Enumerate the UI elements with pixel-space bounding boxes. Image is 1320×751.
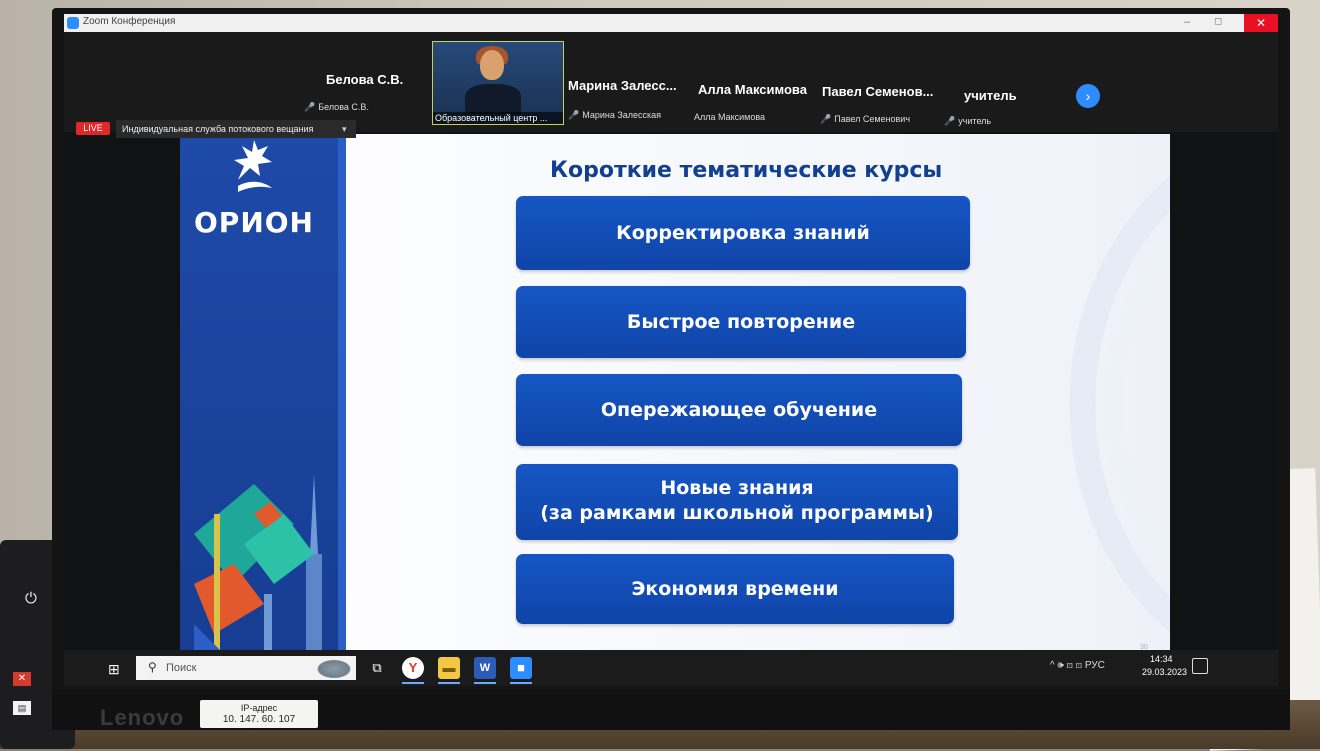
participant-name[interactable]: Павел Семенов... <box>822 84 933 99</box>
windows-taskbar: ⊞ ⚲ Поиск ⧉ Y ▬ W ■ ^ 🕪 ⊡ ⊡ РУС 14:34 29… <box>64 650 1278 686</box>
live-badge[interactable]: LIVE <box>76 122 110 135</box>
mic-muted-icon: 🎤 <box>304 102 316 112</box>
taskbar-search-box[interactable]: ⚲ Поиск <box>136 656 356 680</box>
manatee-search-highlight-icon <box>314 658 354 678</box>
course-sublabel: (за рамками школьной программы) <box>540 502 934 524</box>
active-underline <box>510 682 532 684</box>
participant-name[interactable]: Марина Залесс... <box>568 78 677 93</box>
power-icon: ⏻ <box>25 590 37 607</box>
ip-label: IP-адрес <box>240 703 278 713</box>
clock-time[interactable]: 14:34 <box>1150 654 1173 664</box>
zoom-taskbar-icon[interactable]: ■ <box>510 657 532 679</box>
slide-title: Короткие тематические курсы <box>550 158 943 183</box>
word-icon[interactable]: W <box>474 657 496 679</box>
brand-logo: Lenovo <box>100 705 185 730</box>
shared-slide: ОРИОН Короткие тематические курсы Коррек… <box>180 134 1170 664</box>
course-label: Новые знания <box>660 477 814 499</box>
bird-logo-icon <box>234 140 272 192</box>
window-titlebar: Zoom Конференция – ◻ ✕ <box>64 14 1278 32</box>
participant-name[interactable]: Белова С.В. <box>326 72 403 87</box>
course-label: Экономия времени <box>631 578 839 600</box>
next-participants-button[interactable]: › <box>1076 84 1100 108</box>
yandex-browser-icon[interactable]: Y <box>402 657 424 679</box>
active-underline <box>402 682 424 684</box>
windows-start-icon[interactable]: ⊞ <box>108 661 120 678</box>
active-underline <box>438 682 460 684</box>
screen: Zoom Конференция – ◻ ✕ Белова С.В. 🎤 Бело… <box>64 14 1278 686</box>
device-x-icon: ✕ <box>13 672 31 686</box>
participant-sub: 🎤 учитель <box>944 116 992 126</box>
person-body <box>465 84 521 114</box>
course-button-new-knowledge[interactable]: Новые знания (за рамками школьной програ… <box>516 464 958 540</box>
next-arrow-icon: › <box>1085 88 1091 104</box>
zoom-logo-icon <box>67 17 79 29</box>
city-illustration <box>194 474 322 664</box>
device-doc-icon: ▤ <box>13 701 31 715</box>
course-button-advanced[interactable]: Опережающее обучение <box>516 374 962 446</box>
participant-sub: 🎤 Белова С.В. <box>304 102 369 112</box>
course-label: Быстрое повторение <box>626 311 856 333</box>
chevron-down-icon[interactable]: ▾ <box>342 124 347 135</box>
ip-value: 10. 147. 60. 107 <box>222 714 296 725</box>
course-label: Корректировка знаний <box>616 222 870 244</box>
mic-muted-icon: 🎤 <box>568 110 580 120</box>
video-tile-label: Образовательный центр ... <box>433 112 563 124</box>
participant-video-tile[interactable]: Образовательный центр ... <box>432 41 564 125</box>
participant-sub: 🎤 Марина Залесская <box>568 110 662 120</box>
orion-logo-text: ОРИОН <box>194 206 314 239</box>
course-button-time-saving[interactable]: Экономия времени <box>516 554 954 624</box>
active-underline <box>474 682 496 684</box>
participant-name[interactable]: Алла Максимова <box>698 82 807 97</box>
window-title: Zoom Конференция <box>83 16 176 27</box>
side-panel-stripe <box>338 134 346 664</box>
notification-icon[interactable] <box>1192 658 1208 674</box>
slide-side-panel: ОРИОН <box>180 134 346 664</box>
swirl-decoration <box>1069 175 1170 633</box>
streaming-service-bar[interactable]: Индивидуальная служба потокового вещания <box>116 120 356 138</box>
ip-sticker: IP-адрес 10. 147. 60. 107 <box>200 700 318 728</box>
search-placeholder: Поиск <box>166 662 197 674</box>
participant-sub: Алла Максимова <box>694 112 766 122</box>
search-icon: ⚲ <box>148 660 157 674</box>
maximize-button[interactable]: ◻ <box>1214 16 1222 27</box>
participant-name[interactable]: учитель <box>964 88 1017 103</box>
course-button-correction[interactable]: Корректировка знаний <box>516 196 970 270</box>
course-button-quick-review[interactable]: Быстрое повторение <box>516 286 966 358</box>
course-label: Опережающее обучение <box>600 399 878 421</box>
mic-muted-icon: 🎤 <box>820 114 832 124</box>
file-explorer-icon[interactable]: ▬ <box>438 657 460 679</box>
task-view-icon[interactable]: ⧉ <box>366 657 388 679</box>
mic-muted-icon: 🎤 <box>944 116 956 126</box>
participant-sub: 🎤 Павел Семенович <box>820 114 911 124</box>
minimize-button[interactable]: – <box>1184 16 1190 28</box>
clock-date[interactable]: 29.03.2023 <box>1142 667 1187 677</box>
close-button[interactable]: ✕ <box>1244 14 1278 32</box>
person-face <box>480 50 504 80</box>
system-tray[interactable]: ^ 🕪 ⊡ ⊡ РУС <box>1050 660 1105 671</box>
